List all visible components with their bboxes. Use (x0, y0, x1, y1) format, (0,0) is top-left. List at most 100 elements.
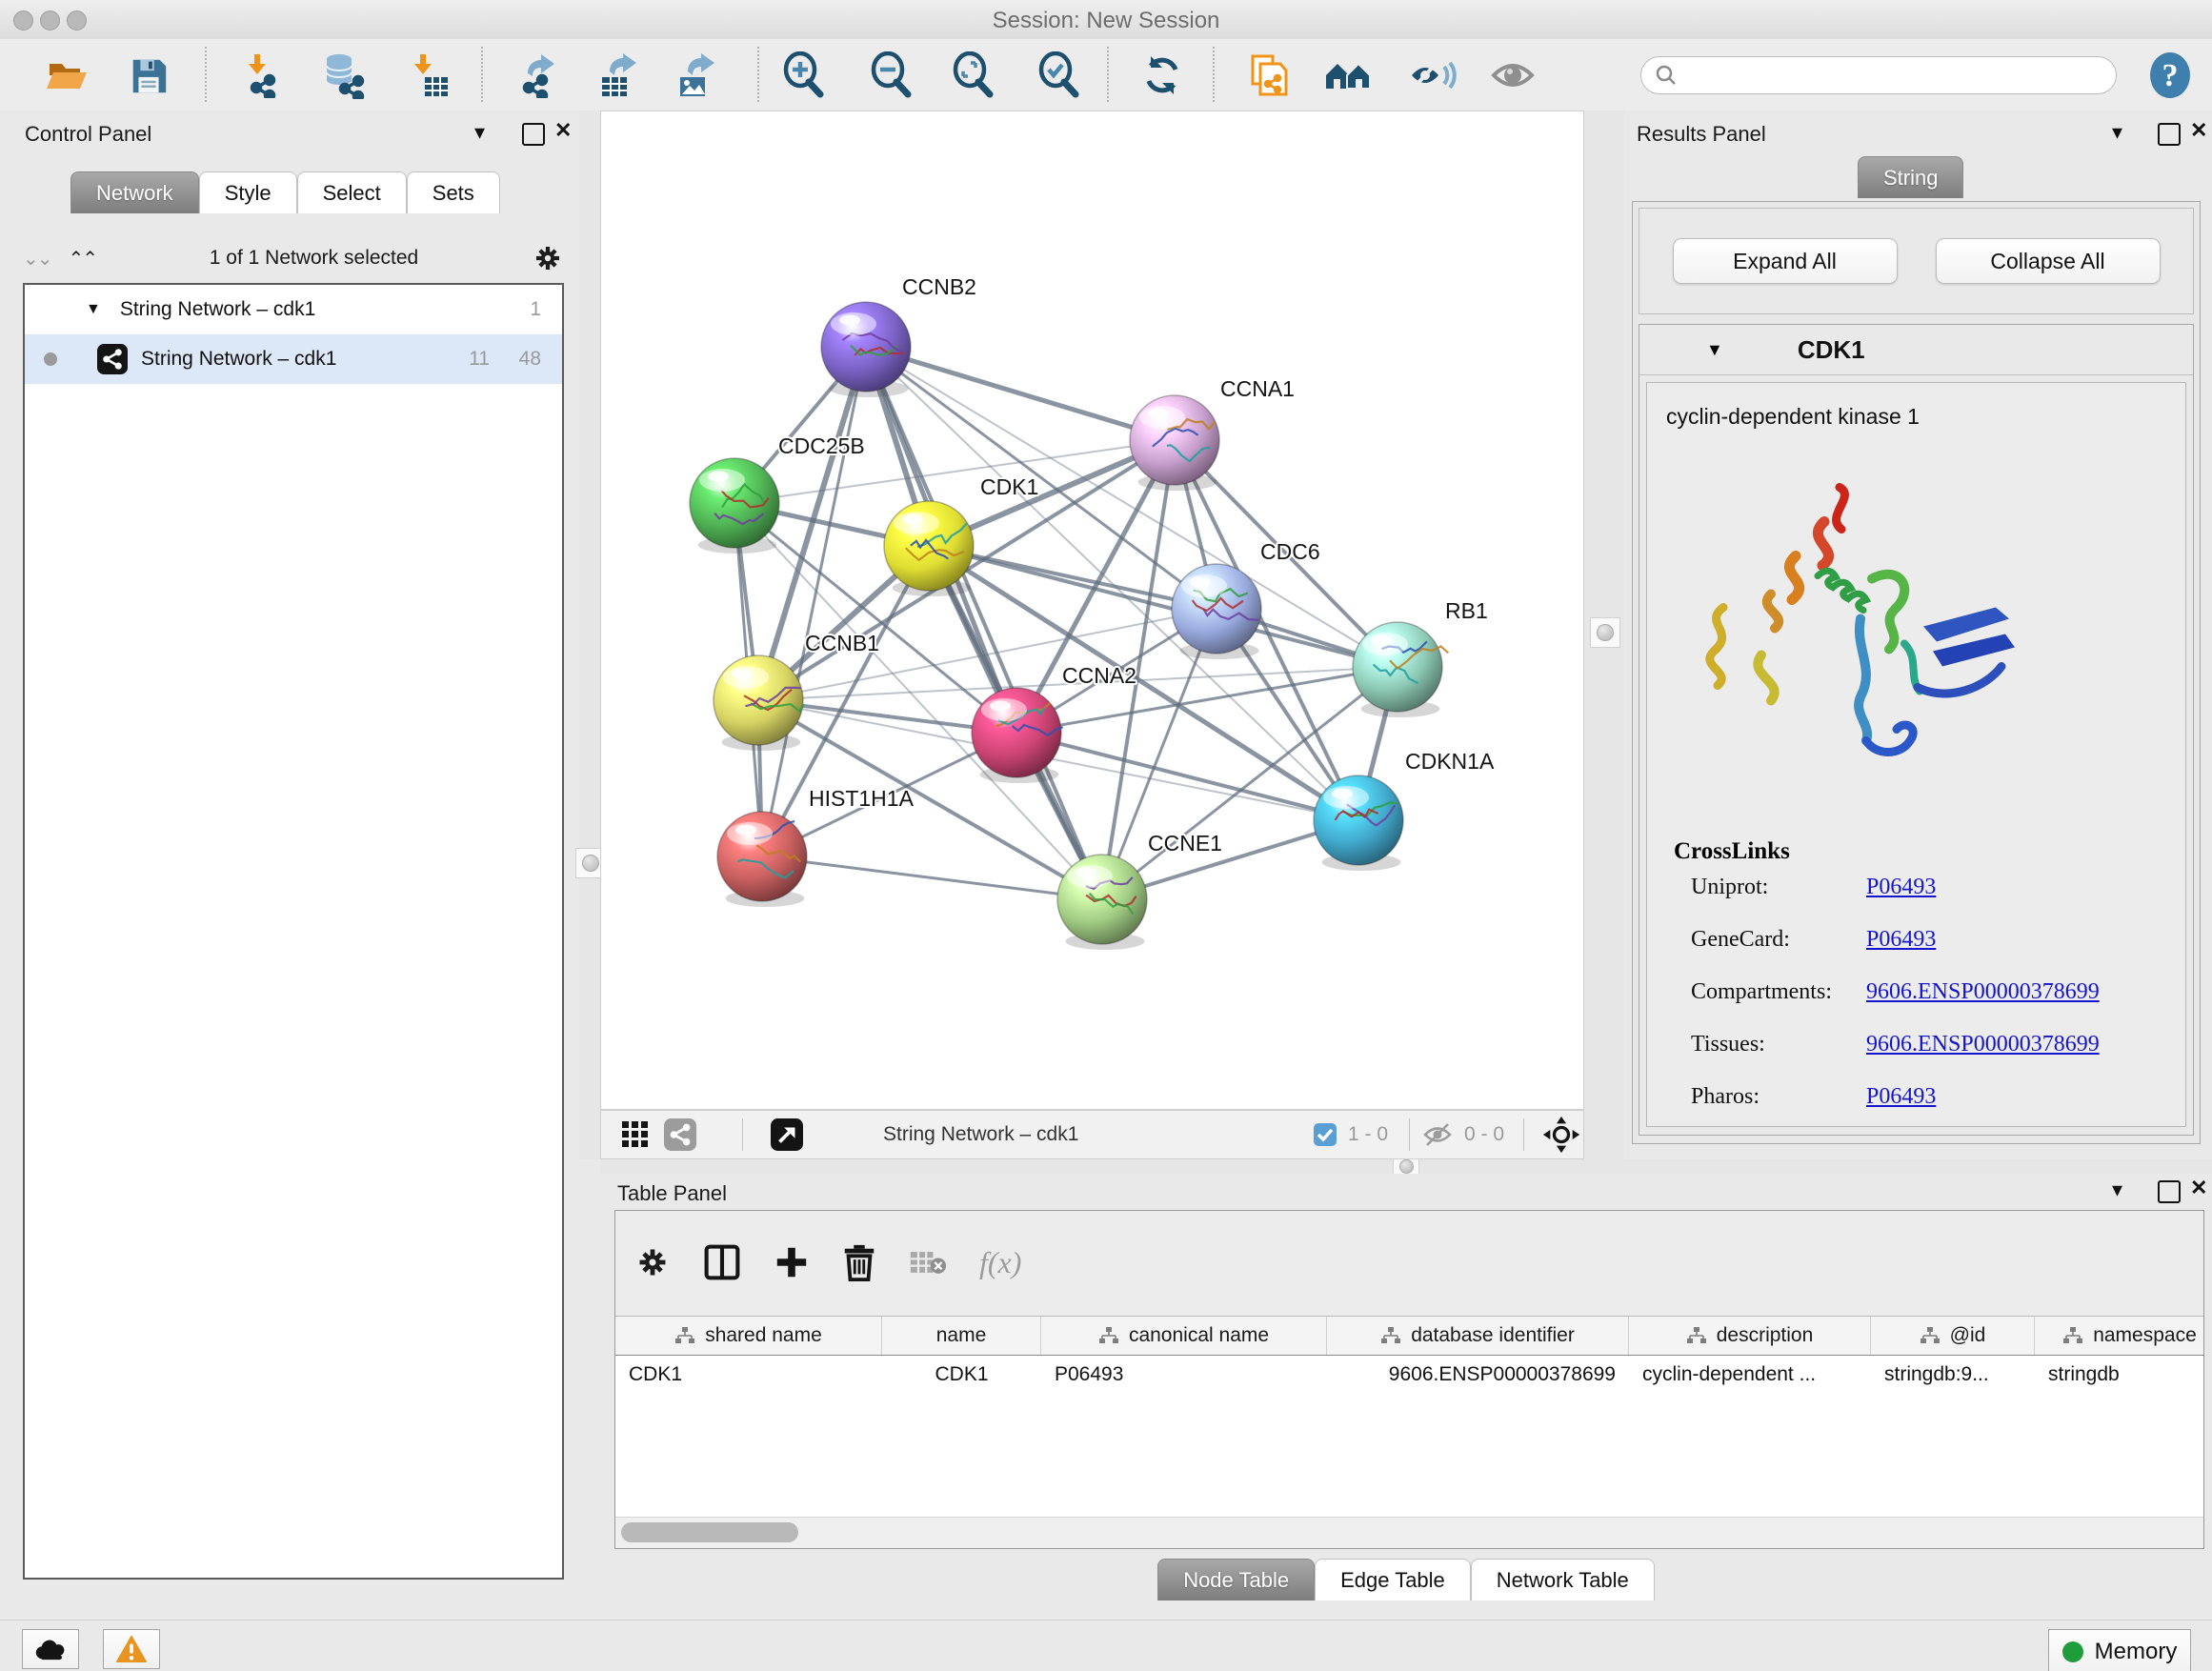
search-box[interactable] (1640, 56, 2117, 94)
selected-nodes-checkbox[interactable] (1314, 1111, 1337, 1158)
column-header-database-identifier[interactable]: database identifier (1327, 1317, 1629, 1355)
crosslink-link[interactable]: P06493 (1866, 927, 1936, 953)
memory-button[interactable]: Memory (2048, 1629, 2191, 1671)
table-cell[interactable]: 9606.ENSP00000378699 (1327, 1363, 1629, 1386)
control-panel-menu-icon[interactable]: ▾ (474, 120, 485, 145)
network-node-ccne1[interactable] (1057, 855, 1147, 950)
zoom-selected-button[interactable] (1035, 50, 1084, 100)
crosslink-link[interactable]: P06493 (1866, 1084, 1936, 1110)
network-edge[interactable] (929, 546, 1398, 667)
results-panel-float-icon[interactable] (2158, 123, 2181, 146)
network-node-ccnb1[interactable] (714, 655, 804, 751)
table-horizontal-scrollbar[interactable] (615, 1517, 2203, 1548)
tab-network[interactable]: Network (70, 171, 199, 213)
birdseye-grid-button[interactable] (620, 1111, 651, 1158)
table-cell[interactable]: CDK1 (882, 1363, 1041, 1386)
network-options-gear-icon[interactable] (532, 242, 564, 274)
node-result-header[interactable]: ▼ CDK1 (1639, 325, 2193, 375)
network-edge[interactable] (866, 347, 1102, 899)
show-columns-icon[interactable] (703, 1243, 741, 1281)
tab-network-table[interactable]: Network Table (1471, 1559, 1655, 1601)
add-column-icon[interactable] (774, 1244, 810, 1280)
results-panel-close-icon[interactable]: ✕ (2190, 118, 2207, 143)
results-panel-menu-icon[interactable]: ▾ (2112, 120, 2122, 145)
crosslink-link[interactable]: P06493 (1866, 875, 1936, 900)
table-panel-close-icon[interactable]: ✕ (2190, 1176, 2207, 1200)
network-node-cdkn1a[interactable] (1314, 775, 1403, 871)
fit-selected-button[interactable] (1542, 1111, 1580, 1158)
tab-style[interactable]: Style (199, 171, 297, 213)
scrollbar-thumb[interactable] (621, 1522, 798, 1542)
delete-table-icon[interactable] (909, 1248, 947, 1277)
tab-select[interactable]: Select (297, 171, 407, 213)
expand-all-icon[interactable]: ⌃⌃ (69, 247, 97, 271)
table-cell[interactable]: cyclin-dependent ... (1629, 1363, 1871, 1386)
network-node-ccna1[interactable] (1130, 395, 1219, 491)
open-session-button[interactable] (42, 50, 91, 100)
copy-style-button[interactable] (1242, 50, 1292, 100)
table-row[interactable]: CDK1CDK1P064939606.ENSP00000378699cyclin… (615, 1356, 2203, 1394)
control-panel-float-icon[interactable] (522, 123, 545, 146)
string-style-button[interactable] (664, 1111, 696, 1158)
import-network-from-database-button[interactable] (318, 50, 368, 100)
warnings-button[interactable] (103, 1629, 160, 1669)
tab-string[interactable]: String (1858, 156, 1963, 198)
table-cell[interactable]: stringdb:9... (1871, 1363, 2035, 1386)
bottom-splitter[interactable] (600, 1159, 2212, 1174)
help-button[interactable]: ? (2145, 50, 2195, 100)
function-builder-button[interactable]: f(x) (979, 1245, 1021, 1280)
table-cell[interactable]: CDK1 (615, 1363, 882, 1386)
import-table-from-file-button[interactable] (404, 50, 453, 100)
save-session-button[interactable] (124, 50, 173, 100)
zoom-fit-button[interactable] (949, 50, 998, 100)
delete-column-icon[interactable] (842, 1243, 876, 1281)
refresh-view-button[interactable] (1137, 50, 1187, 100)
export-table-button[interactable] (593, 50, 642, 100)
open-external-button[interactable] (771, 1111, 803, 1158)
right-splitter[interactable] (1584, 111, 1624, 1159)
column-header-description[interactable]: description (1629, 1317, 1871, 1355)
import-network-from-file-button[interactable] (238, 50, 288, 100)
table-cell[interactable]: P06493 (1041, 1363, 1327, 1386)
network-graph[interactable]: CCNB2CCNA1CDC25BCDK1CDC6RB1CCNB1CCNA2CDK… (601, 111, 1583, 1109)
collapse-all-icon[interactable]: ⌄⌄ (23, 247, 51, 271)
table-panel-menu-icon[interactable]: ▾ (2112, 1178, 2122, 1202)
network-edge[interactable] (866, 347, 1175, 440)
collection-expander-icon[interactable]: ▼ (86, 301, 101, 318)
network-node-cdk1[interactable] (884, 501, 974, 596)
hidden-elements-button[interactable] (1422, 1111, 1453, 1158)
column-header-namespace[interactable]: namespace (2035, 1317, 2204, 1355)
network-canvas[interactable]: CCNB2CCNA1CDC25BCDK1CDC6RB1CCNB1CCNA2CDK… (600, 111, 1584, 1110)
right-splitter-handle[interactable] (1590, 617, 1620, 648)
network-node-hist1h1a[interactable] (717, 812, 807, 907)
network-collection-row[interactable]: ▼ String Network – cdk1 1 (25, 285, 562, 334)
show-all-button[interactable] (1488, 50, 1538, 100)
table-panel-float-icon[interactable] (2158, 1180, 2181, 1203)
column-header--id[interactable]: @id (1871, 1317, 2035, 1355)
column-header-canonical-name[interactable]: canonical name (1041, 1317, 1327, 1355)
network-row[interactable]: String Network – cdk1 11 48 (25, 334, 562, 384)
network-node-cdc6[interactable] (1172, 564, 1261, 659)
collapse-all-button[interactable]: Collapse All (1936, 238, 2161, 284)
crosslink-link[interactable]: 9606.ENSP00000378699 (1866, 1032, 2100, 1057)
network-node-rb1[interactable] (1353, 622, 1448, 717)
table-cell[interactable]: stringdb (2035, 1363, 2204, 1386)
tab-edge-table[interactable]: Edge Table (1315, 1559, 1471, 1601)
cloud-status-button[interactable] (22, 1629, 79, 1669)
column-header-shared-name[interactable]: shared name (615, 1317, 882, 1355)
search-input[interactable] (1685, 64, 2116, 88)
expand-all-button[interactable]: Expand All (1673, 238, 1898, 284)
section-expander-icon[interactable]: ▼ (1706, 340, 1723, 360)
network-edge[interactable] (762, 856, 1102, 899)
zoom-out-button[interactable] (867, 50, 916, 100)
tab-sets[interactable]: Sets (407, 171, 500, 213)
zoom-in-button[interactable] (779, 50, 829, 100)
hide-selected-button[interactable] (1408, 50, 1458, 100)
control-panel-close-icon[interactable]: ✕ (554, 118, 572, 143)
left-splitter[interactable] (579, 111, 600, 1159)
table-options-gear-icon[interactable] (634, 1244, 671, 1280)
first-neighbors-button[interactable] (1324, 50, 1374, 100)
tab-node-table[interactable]: Node Table (1157, 1559, 1315, 1601)
network-edge[interactable] (762, 347, 866, 856)
network-node-cdc25b[interactable] (690, 458, 779, 554)
